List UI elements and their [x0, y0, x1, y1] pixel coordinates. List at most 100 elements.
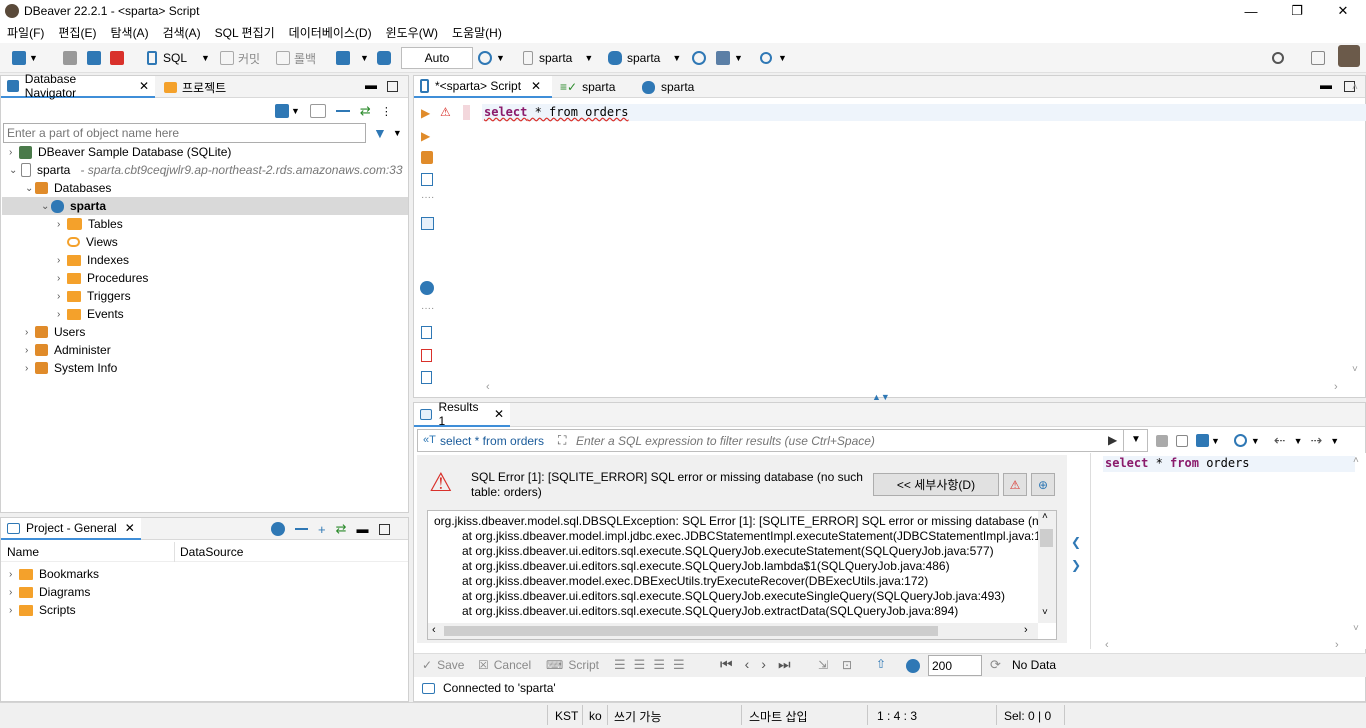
tree-item-indexes[interactable]: › Indexes	[57, 251, 129, 269]
gear-icon[interactable]	[271, 522, 285, 536]
tab-sparta-connection[interactable]: ≡✓ sparta	[554, 76, 621, 98]
execute-script-icon[interactable]: ▶	[421, 129, 430, 143]
prev-page-icon[interactable]: ‹	[745, 656, 750, 673]
tab-results-1[interactable]: Results 1 ✕	[414, 400, 510, 428]
rollback-button[interactable]: 롤백	[276, 48, 316, 68]
disconnect-button[interactable]	[110, 48, 124, 68]
panel-toggle-left[interactable]: ❮	[1071, 535, 1081, 549]
scroll-left-arrow[interactable]: ‹	[1105, 639, 1109, 651]
close-icon[interactable]: ✕	[531, 79, 541, 93]
add-row-icon[interactable]: ☰	[634, 657, 646, 673]
restore-button[interactable]: ❐	[1274, 0, 1320, 22]
history-button[interactable]: ▼	[478, 48, 505, 68]
settings-gear-icon[interactable]	[420, 281, 434, 295]
transaction-mode-button[interactable]: ▼	[336, 48, 369, 68]
explain-plan-icon[interactable]	[421, 151, 433, 164]
tree-item-sparta-connection[interactable]: ⌄ sparta - sparta.cbt9ceqjwlr9.ap-northeas…	[9, 161, 403, 179]
tree-item-bookmarks[interactable]: › Bookmarks	[9, 565, 99, 583]
panel-toggle-right[interactable]: ❯	[1071, 558, 1081, 572]
filter-settings-button[interactable]: ▼ ▼	[373, 125, 402, 141]
fetch-all-icon[interactable]: ⊡	[842, 658, 852, 672]
global-search-button[interactable]	[1272, 48, 1284, 68]
stack-trace-area[interactable]: org.jkiss.dbeaver.model.sql.DBSQLExcepti…	[427, 510, 1057, 640]
view-menu-icon[interactable]: ⋮	[381, 105, 392, 118]
link-editor-icon[interactable]: ⇄	[360, 103, 371, 119]
menu-help[interactable]: 도움말(H)	[445, 24, 509, 41]
new-connection-icon[interactable]	[275, 104, 289, 118]
maximize-view-button[interactable]	[387, 81, 398, 92]
tab-sparta-database[interactable]: sparta	[636, 76, 700, 98]
connect-button[interactable]	[63, 48, 77, 68]
refresh-results-icon[interactable]: ⟳	[990, 657, 1001, 673]
export-results-icon[interactable]: ⇧	[876, 657, 886, 671]
save-button[interactable]: ✓ Save	[422, 658, 464, 672]
scroll-right-arrow[interactable]: ›	[1334, 381, 1338, 393]
sash-toggle-icon[interactable]: ▲▼	[872, 392, 890, 402]
console-icon[interactable]	[421, 217, 434, 230]
link-icon[interactable]: ⇄	[336, 521, 347, 537]
perspective-button[interactable]	[1311, 48, 1325, 68]
copy-row-icon[interactable]: ☰	[653, 657, 665, 673]
menu-edit[interactable]: 편집(E)	[51, 24, 103, 41]
fetch-size-input[interactable]	[928, 655, 982, 676]
tree-item-diagrams[interactable]: › Diagrams	[9, 583, 90, 601]
reconnect-button[interactable]	[87, 48, 101, 68]
expand-filter-icon[interactable]: ⛶	[558, 433, 566, 448]
collapse-all-icon[interactable]	[335, 110, 350, 112]
minimize-button[interactable]: —	[1228, 0, 1274, 22]
details-button[interactable]: << 세부사항(D)	[873, 473, 999, 496]
dbeaver-perspective-button[interactable]	[1338, 45, 1360, 67]
save-filter-icon[interactable]	[1196, 434, 1209, 447]
tree-item-sample-db[interactable]: › DBeaver Sample Database (SQLite)	[9, 143, 231, 161]
tools-button[interactable]: ▼	[716, 48, 743, 68]
tree-item-users[interactable]: › Users	[25, 323, 85, 341]
new-folder-icon[interactable]	[309, 104, 326, 118]
tree-item-administer[interactable]: › Administer	[25, 341, 111, 359]
help-button[interactable]: ⊕	[1031, 473, 1055, 496]
back-icon[interactable]: ⇠	[1274, 432, 1286, 449]
execute-statement-icon[interactable]: ▶	[421, 106, 430, 120]
dashboard-button[interactable]	[692, 48, 706, 68]
minimize-editor-button[interactable]: ▬	[1320, 78, 1332, 92]
transaction-mode-field[interactable]: Auto	[401, 47, 473, 69]
scroll-right-arrow[interactable]: ›	[1335, 639, 1339, 651]
scroll-down-arrow[interactable]: ˅	[1353, 623, 1359, 634]
stack-hscroll[interactable]: ‹ ›	[428, 623, 1038, 639]
tree-item-views[interactable]: Views	[57, 233, 118, 251]
lock-button[interactable]	[377, 48, 391, 68]
edit-row-icon[interactable]: ☰	[614, 657, 626, 673]
eraser-icon[interactable]	[1156, 434, 1168, 447]
collapse-icon[interactable]	[295, 528, 308, 530]
menu-sql-editor[interactable]: SQL 편집기	[208, 24, 282, 41]
sql-editor-button[interactable]: SQL ▼	[147, 48, 210, 68]
scroll-up-arrow[interactable]: ˄	[1353, 455, 1359, 466]
close-icon[interactable]: ✕	[125, 521, 135, 535]
script-button[interactable]: ⌨ Script	[546, 658, 599, 672]
search-toolbar-button[interactable]: ▼	[760, 48, 787, 68]
tree-item-system-info[interactable]: › System Info	[25, 359, 117, 377]
import-icon[interactable]	[421, 349, 432, 362]
settings-gear-icon[interactable]	[906, 659, 920, 673]
tree-item-triggers[interactable]: › Triggers	[57, 287, 131, 305]
export-icon[interactable]	[421, 326, 432, 339]
cancel-button[interactable]: ☒ Cancel	[478, 658, 531, 672]
fetch-next-icon[interactable]: ⇲	[818, 658, 828, 672]
minimize-view-button[interactable]: ▬	[357, 522, 369, 536]
sql-code-line[interactable]: select * from orders	[482, 104, 1366, 121]
query-chip[interactable]: select * from orders	[440, 434, 544, 448]
apply-filter-icon[interactable]: ▶	[1108, 433, 1117, 447]
menu-file[interactable]: 파일(F)	[0, 24, 51, 41]
next-page-icon[interactable]: ›	[761, 656, 766, 673]
tree-item-sparta-db[interactable]: ⌄ sparta	[2, 197, 408, 215]
tree-item-databases[interactable]: ⌄ Databases	[25, 179, 111, 197]
menu-window[interactable]: 윈도우(W)	[379, 24, 445, 41]
new-connection-button[interactable]: ▼	[12, 48, 38, 68]
forward-icon[interactable]: ⇢	[1311, 432, 1323, 449]
column-name[interactable]: Name	[7, 545, 39, 559]
menu-database[interactable]: 데이터베이스(D)	[282, 24, 379, 41]
tree-item-events[interactable]: › Events	[57, 305, 124, 323]
format-icon[interactable]	[421, 371, 432, 384]
active-datasource-selector[interactable]: sparta ▼	[523, 48, 593, 68]
commit-button[interactable]: 커밋	[220, 48, 260, 68]
close-icon[interactable]: ✕	[494, 407, 504, 421]
